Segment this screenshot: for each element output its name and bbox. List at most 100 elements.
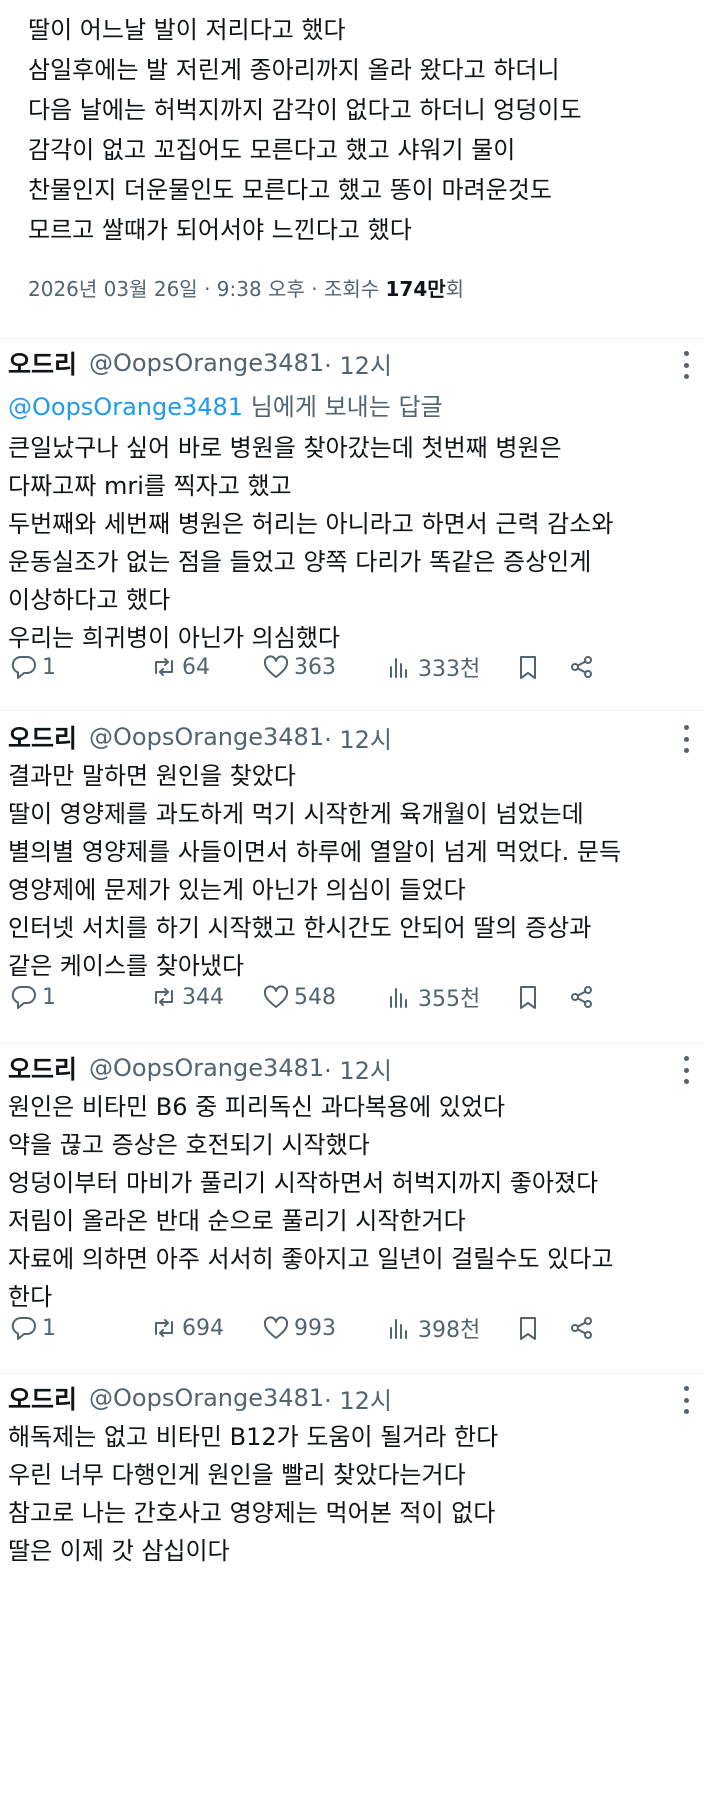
heart-icon (263, 985, 289, 1008)
reply-line: 저림이 올라온 반대 순으로 풀리기 시작한거다 (8, 1207, 466, 1235)
retweet-count: 344 (182, 984, 224, 1010)
reply-line: 해독제는 없고 비타민 B12가 도움이 될거라 한다 (8, 1423, 499, 1451)
view-count-suffix: 회 (445, 277, 465, 301)
retweet-button[interactable]: 694 (150, 1310, 224, 1346)
user-handle[interactable]: @OopsOrange3481 (89, 349, 324, 377)
post-time[interactable]: · 12시 (324, 1381, 392, 1416)
retweet-icon (155, 658, 173, 676)
share-button[interactable] (568, 979, 596, 1015)
post-line: 모르고 쌀때가 되어서야 느낀다고 했다 (28, 216, 412, 244)
display-name[interactable]: 오드리 (8, 1380, 77, 1416)
reply-text: 해독제는 없고 비타민 B12가 도움이 될거라 한다 우린 너무 다행인게 원… (8, 1418, 698, 1570)
replying-to: @OopsOrange3481 님에게 보내는 답글 (8, 387, 443, 422)
user-handle[interactable]: @OopsOrange3481 (89, 1384, 324, 1412)
like-count: 363 (294, 654, 336, 680)
bookmark-icon (520, 986, 536, 1009)
reply-icon (11, 655, 36, 679)
like-button[interactable]: 363 (262, 649, 336, 685)
reply-button[interactable]: 1 (10, 649, 56, 685)
views-button[interactable]: 355천 (386, 979, 480, 1015)
views-icon (390, 988, 407, 1008)
reply-line: 운동실조가 없는 점을 들었고 양쪽 다리가 똑같은 증상인게 (8, 548, 592, 576)
reply-line: 딸은 이제 갓 삼십이다 (8, 1537, 230, 1565)
heart-icon (263, 655, 289, 678)
post-timestamp[interactable]: 2026년 03월 26일 · 9:38 오후 · 조회수 (28, 277, 385, 301)
reply-tweet[interactable]: 오드리 @OopsOrange3481 · 12시 해독제는 없고 비타민 B1… (0, 1378, 704, 1798)
more-icon[interactable] (682, 1056, 690, 1084)
post-time[interactable]: · 12시 (324, 346, 392, 381)
post-line: 찬물인지 더운물인도 모른다고 했고 똥이 마려운것도 (28, 176, 552, 204)
reply-header: 오드리 @OopsOrange3481 · 12시 (8, 1378, 392, 1418)
reply-text: 원인은 비타민 B6 중 피리독신 과다복용에 있었다 약을 끊고 증상은 호전… (8, 1088, 698, 1316)
view-count: 174만 (385, 277, 446, 301)
display-name[interactable]: 오드리 (8, 1050, 77, 1086)
divider (0, 710, 704, 711)
display-name[interactable]: 오드리 (8, 719, 77, 755)
reply-count: 1 (42, 1315, 56, 1341)
mention-link[interactable]: @OopsOrange3481 (8, 393, 243, 421)
reply-line: 우린 너무 다행인게 원인을 빨리 찾았다는거다 (8, 1461, 466, 1489)
user-handle[interactable]: @OopsOrange3481 (89, 1054, 324, 1082)
reply-button[interactable]: 1 (10, 979, 56, 1015)
views-button[interactable]: 398천 (386, 1310, 480, 1346)
divider (0, 1043, 704, 1044)
views-icon (390, 1319, 407, 1339)
reply-icon (11, 985, 36, 1009)
post-line: 감각이 없고 꼬집어도 모른다고 했고 샤워기 물이 (28, 136, 516, 164)
reply-tweet[interactable]: 오드리 @OopsOrange3481 · 12시 결과만 말하면 원인을 찾았… (0, 717, 704, 1045)
like-count: 548 (294, 984, 336, 1010)
reply-line: 별의별 영양제를 사들이면서 하루에 열알이 넘게 먹었다. 문득 (8, 838, 622, 866)
more-icon[interactable] (682, 725, 690, 753)
post-line: 다음 날에는 허벅지까지 감각이 없다고 하더니 엉덩이도 (28, 96, 582, 124)
like-button[interactable]: 548 (262, 979, 336, 1015)
views-icon (390, 658, 407, 678)
share-button[interactable] (568, 1310, 596, 1346)
reply-line: 영양제에 문제가 있는게 아닌가 의심이 들었다 (8, 876, 466, 904)
original-post-text: 딸이 어느날 발이 저리다고 했다 삼일후에는 발 저린게 종아리까지 올라 왔… (28, 10, 688, 250)
reply-line: 딸이 영양제를 과도하게 먹기 시작한게 육개월이 넘었는데 (8, 800, 584, 828)
views-count: 355천 (418, 987, 481, 1012)
post-line: 삼일후에는 발 저린게 종아리까지 올라 왔다고 하더니 (28, 56, 560, 84)
post-time[interactable]: · 12시 (324, 720, 392, 755)
action-bar: 1 64 363 333천 (0, 649, 704, 685)
reply-icon (11, 1316, 36, 1340)
retweet-icon (155, 988, 173, 1006)
more-icon[interactable] (682, 351, 690, 379)
divider (0, 338, 704, 339)
reply-tweet[interactable]: 오드리 @OopsOrange3481 · 12시 원인은 비타민 B6 중 피… (0, 1048, 704, 1378)
bookmark-button[interactable] (514, 649, 542, 685)
bookmark-icon (520, 656, 536, 679)
retweet-icon (155, 1319, 173, 1337)
divider (0, 1373, 704, 1374)
reply-tweet[interactable]: 오드리 @OopsOrange3481 · 12시 @OopsOrange348… (0, 343, 704, 715)
reply-line: 자료에 의하면 아주 서서히 좋아지고 일년이 걸릴수도 있다고 (8, 1245, 614, 1273)
retweet-button[interactable]: 344 (150, 979, 224, 1015)
reply-count: 1 (42, 984, 56, 1010)
like-count: 993 (294, 1315, 336, 1341)
share-icon (571, 986, 592, 1008)
share-button[interactable] (568, 649, 596, 685)
post-time[interactable]: · 12시 (324, 1051, 392, 1086)
reply-header: 오드리 @OopsOrange3481 · 12시 (8, 1048, 392, 1088)
bookmark-button[interactable] (514, 1310, 542, 1346)
bookmark-button[interactable] (514, 979, 542, 1015)
views-button[interactable]: 333천 (386, 649, 480, 685)
reply-line: 원인은 비타민 B6 중 피리독신 과다복용에 있었다 (8, 1093, 506, 1121)
display-name[interactable]: 오드리 (8, 345, 77, 381)
more-icon[interactable] (682, 1386, 690, 1414)
like-button[interactable]: 993 (262, 1310, 336, 1346)
reply-line: 결과만 말하면 원인을 찾았다 (8, 762, 296, 790)
user-handle[interactable]: @OopsOrange3481 (89, 723, 324, 751)
reply-header: 오드리 @OopsOrange3481 · 12시 (8, 343, 392, 383)
share-icon (571, 1317, 592, 1339)
reply-line: 두번째와 세번째 병원은 허리는 아니라고 하면서 근력 감소와 (8, 510, 614, 538)
reply-line: 약을 끊고 증상은 호전되기 시작했다 (8, 1131, 370, 1159)
retweet-button[interactable]: 64 (150, 649, 210, 685)
reply-button[interactable]: 1 (10, 1310, 56, 1346)
reply-line: 참고로 나는 간호사고 영양제는 먹어본 적이 없다 (8, 1499, 496, 1527)
share-icon (571, 656, 592, 678)
reply-line: 다짜고짜 mri를 찍자고 했고 (8, 472, 292, 500)
views-count: 398천 (418, 1318, 481, 1343)
reply-line: 이상하다고 했다 (8, 586, 171, 614)
reply-header: 오드리 @OopsOrange3481 · 12시 (8, 717, 392, 757)
